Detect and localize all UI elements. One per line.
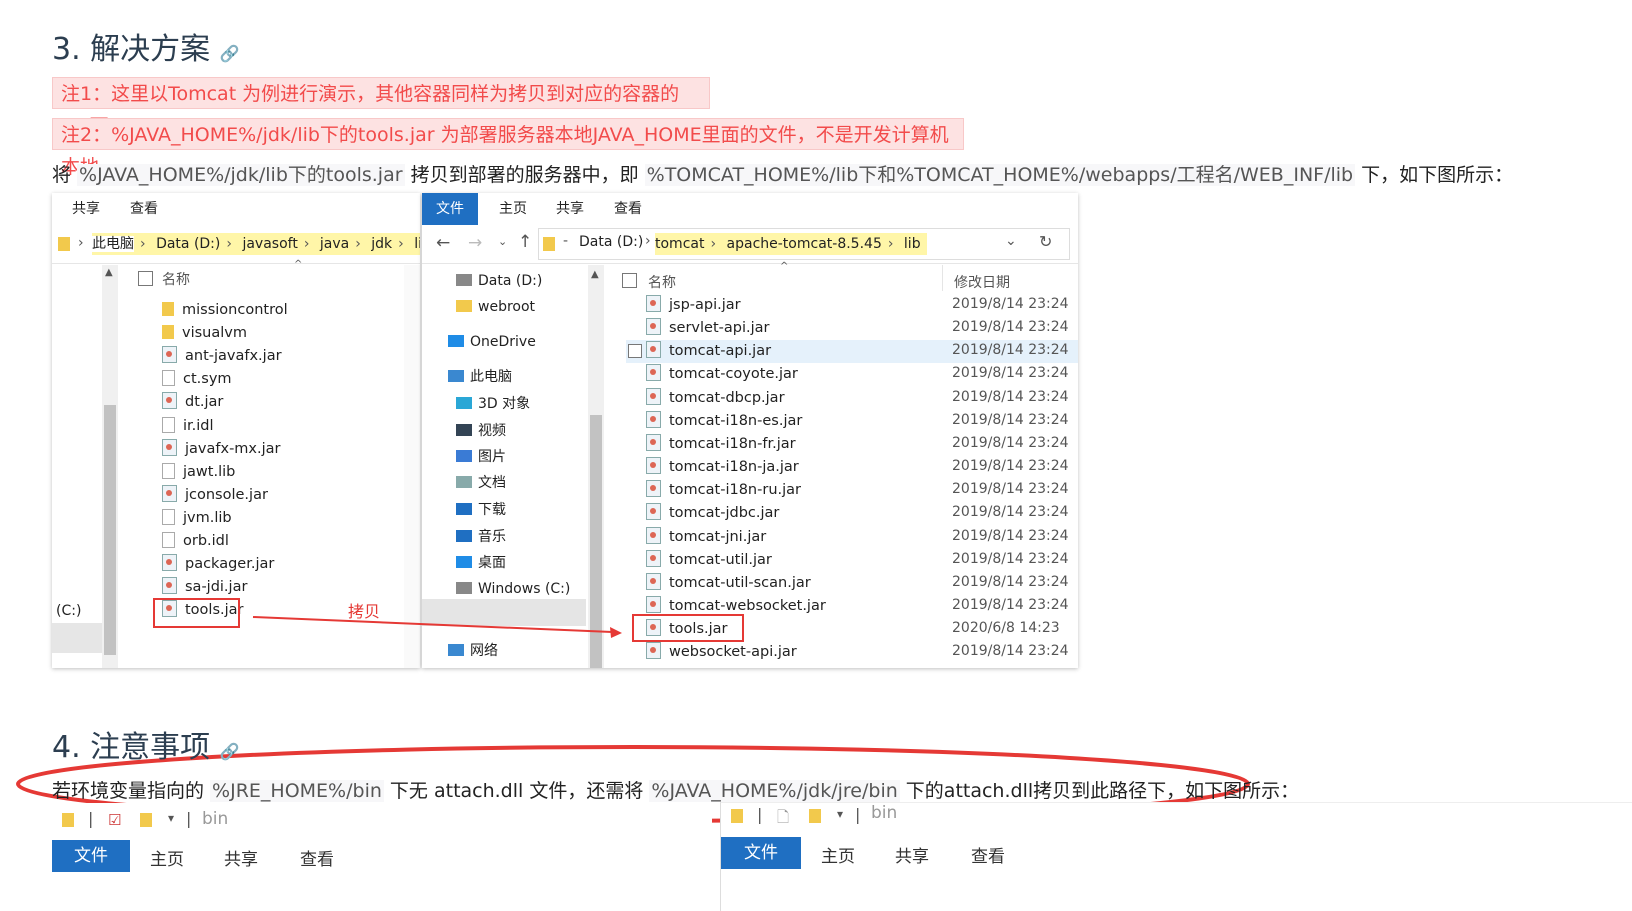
para-text: 下的attach.dll拷贝到此路径下，如下图所示： — [899, 780, 1300, 802]
folder-icon[interactable] — [140, 813, 152, 827]
checkmark-icon[interactable]: ☑ — [108, 811, 121, 829]
document-icon[interactable]: 🗋 — [777, 807, 789, 832]
window-path: bin — [871, 803, 898, 823]
separator: | — [186, 809, 192, 828]
para-text: 下无 attach.dll 文件，还需将 — [383, 780, 650, 802]
tab-file[interactable]: 文件 — [52, 840, 130, 872]
tab-file[interactable]: 文件 — [721, 837, 801, 869]
section-4-title: 4. 注意事项 🔗 — [52, 722, 240, 766]
folder-icon — [62, 813, 74, 827]
tab-view[interactable]: 查看 — [300, 845, 334, 870]
tab-home[interactable]: 主页 — [821, 842, 855, 867]
link-icon[interactable]: 🔗 — [220, 742, 240, 761]
para-text: 若环境变量指向的 — [52, 780, 211, 802]
inline-code: %JRE_HOME%/bin — [210, 780, 384, 802]
folder-icon — [731, 809, 743, 823]
separator: | — [855, 805, 861, 824]
inline-code: %JAVA_HOME%/jdk/jre/bin — [649, 780, 900, 802]
tab-share[interactable]: 共享 — [895, 842, 929, 867]
tab-view[interactable]: 查看 — [971, 842, 1005, 867]
separator: | — [88, 809, 94, 828]
section-4-title-text: 4. 注意事项 — [52, 730, 211, 765]
bottom-left-explorer: | ☑ ▾ | bin 文件 主页 共享 查看 — [52, 803, 712, 910]
tab-share[interactable]: 共享 — [224, 845, 258, 870]
chevron-down-icon[interactable]: ▾ — [168, 811, 174, 825]
paragraph-attach-dll: 若环境变量指向的 %JRE_HOME%/bin 下无 attach.dll 文件… — [52, 776, 1299, 803]
copy-arrow — [16, 616, 1250, 823]
chevron-down-icon[interactable]: ▾ — [837, 807, 843, 821]
bottom-right-explorer: | 🗋 ▾ | bin 文件 主页 共享 查看 — [720, 802, 1632, 911]
tab-home[interactable]: 主页 — [150, 845, 184, 870]
window-path: bin — [202, 809, 229, 829]
separator: | — [757, 805, 763, 824]
folder-icon[interactable] — [809, 809, 821, 823]
